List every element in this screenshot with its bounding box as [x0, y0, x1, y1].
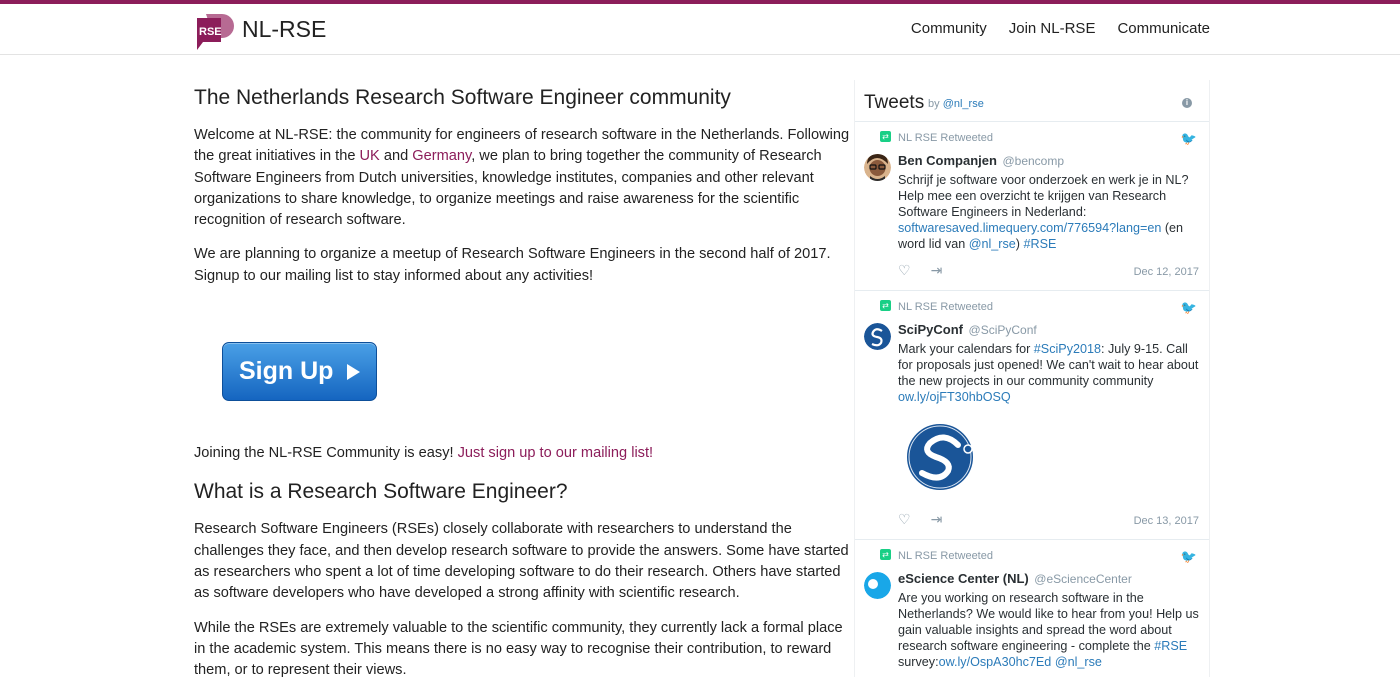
- timeline-handle-link[interactable]: @nl_rse: [943, 98, 984, 110]
- tweet-body: Ben Companjen @bencomp Schrijf je softwa…: [898, 153, 1203, 252]
- tweet-link[interactable]: ow.ly/ojFT30hbOSQ: [898, 390, 1011, 404]
- tweet-author-name[interactable]: eScience Center (NL): [898, 571, 1029, 586]
- tweet-body: SciPyConf @SciPyConf Mark your calendars…: [898, 322, 1203, 405]
- tweet-body: eScience Center (NL) @eScienceCenter Are…: [898, 571, 1203, 670]
- twitter-timeline[interactable]: Tweets by @nl_rse i ⇄ NL RSE Retweeted 🐦…: [854, 80, 1210, 677]
- brand-name[interactable]: NL-RSE: [242, 16, 326, 43]
- tweet-text: Mark your calendars for #SciPy2018: July…: [898, 342, 1199, 404]
- like-heart-icon[interactable]: ♡: [898, 511, 911, 528]
- tweet-author-name[interactable]: Ben Companjen: [898, 153, 997, 168]
- tweet-text: Schrijf je software voor onderzoek en we…: [898, 173, 1189, 251]
- meetup-paragraph: We are planning to organize a meetup of …: [194, 246, 831, 284]
- tweet-hashtag-link[interactable]: #RSE: [1024, 237, 1057, 251]
- main-nav: Community Join NL-RSE Communicate: [911, 20, 1210, 37]
- info-icon[interactable]: i: [1182, 98, 1192, 108]
- timeline-title: Tweets: [864, 92, 925, 113]
- play-arrow-icon: [347, 363, 361, 380]
- logo-text: RSE: [199, 26, 222, 38]
- timeline-by: by @nl_rse: [928, 98, 984, 110]
- tweet-actions: ♡ ⇥: [898, 262, 942, 279]
- sign-up-button[interactable]: Sign Up: [222, 342, 377, 402]
- tweet-hashtag-link[interactable]: #SciPy2018: [1034, 342, 1101, 356]
- retweet-label: NL RSE Retweeted: [898, 550, 993, 562]
- retweet-icon: ⇄: [880, 549, 891, 560]
- twitter-bird-icon[interactable]: 🐦: [1181, 131, 1197, 147]
- tweet-actions: ♡ ⇥: [898, 511, 942, 528]
- mailing-list-link[interactable]: Just sign up to our mailing list!: [458, 445, 653, 461]
- tweet-mention-link[interactable]: @nl_rse: [969, 237, 1016, 251]
- intro-paragraph: Welcome at NL-RSE: the community for eng…: [194, 127, 850, 229]
- twitter-bird-icon[interactable]: 🐦: [1181, 549, 1197, 565]
- scipy-logo-icon[interactable]: [864, 323, 891, 350]
- tweet-date[interactable]: Dec 12, 2017: [1134, 266, 1199, 278]
- tweet-item[interactable]: ⇄ NL RSE Retweeted 🐦 eScience Center (NL…: [855, 540, 1209, 677]
- share-icon[interactable]: ⇥: [931, 262, 943, 279]
- joining-paragraph: Joining the NL-RSE Community is easy! Ju…: [194, 445, 654, 462]
- navbar: RSE NL-RSE Community Join NL-RSE Communi…: [0, 4, 1400, 55]
- nav-item-join[interactable]: Join NL-RSE: [1009, 20, 1096, 37]
- avatar[interactable]: [864, 572, 891, 599]
- germany-link[interactable]: Germany: [412, 148, 471, 164]
- retweet-icon: ⇄: [880, 131, 891, 142]
- main-content: The Netherlands Research Software Engine…: [194, 84, 852, 677]
- rse-logo-icon[interactable]: RSE: [196, 12, 234, 52]
- page-title: The Netherlands Research Software Engine…: [194, 86, 731, 109]
- what-paragraph-2: While the RSEs are extremely valuable to…: [194, 619, 843, 677]
- signup-area: Sign Up: [194, 300, 852, 443]
- tweet-link[interactable]: softwaresaved.limequery.com/776594?lang=…: [898, 221, 1161, 235]
- sign-up-label: Sign Up: [239, 356, 334, 385]
- what-is-rse-heading: What is a Research Software Engineer?: [194, 480, 568, 504]
- retweet-label: NL RSE Retweeted: [898, 301, 993, 313]
- tweet-author-name[interactable]: SciPyConf: [898, 322, 963, 337]
- like-heart-icon[interactable]: ♡: [898, 262, 911, 279]
- tweet-date[interactable]: Dec 13, 2017: [1134, 515, 1199, 527]
- tweet-item[interactable]: ⇄ NL RSE Retweeted 🐦 Ben Companjen @benc…: [855, 122, 1209, 291]
- tweet-hashtag-link[interactable]: #RSE: [1154, 639, 1187, 653]
- tweet-media-scipy-logo[interactable]: [904, 421, 980, 493]
- retweet-label: NL RSE Retweeted: [898, 132, 993, 144]
- uk-link[interactable]: UK: [360, 148, 380, 164]
- tweet-author-handle[interactable]: @SciPyConf: [969, 323, 1037, 337]
- tweet-author-handle[interactable]: @eScienceCenter: [1034, 572, 1132, 586]
- tweet-link[interactable]: ow.ly/OspA30hc7Ed: [939, 655, 1052, 669]
- retweet-icon: ⇄: [880, 300, 891, 311]
- tweet-author-handle[interactable]: @bencomp: [1002, 154, 1064, 168]
- tweet-text: Are you working on research software in …: [898, 591, 1199, 669]
- share-icon[interactable]: ⇥: [931, 511, 943, 528]
- timeline-header: Tweets by @nl_rse i: [855, 80, 1209, 122]
- tweet-mention-link[interactable]: @nl_rse: [1055, 655, 1102, 669]
- nav-item-communicate[interactable]: Communicate: [1117, 20, 1210, 37]
- avatar[interactable]: [864, 154, 891, 181]
- tweet-item[interactable]: ⇄ NL RSE Retweeted 🐦 SciPyConf @SciPyCon…: [855, 291, 1209, 540]
- what-paragraph-1: Research Software Engineers (RSEs) close…: [194, 521, 849, 602]
- twitter-bird-icon[interactable]: 🐦: [1181, 300, 1197, 316]
- nav-item-community[interactable]: Community: [911, 20, 987, 37]
